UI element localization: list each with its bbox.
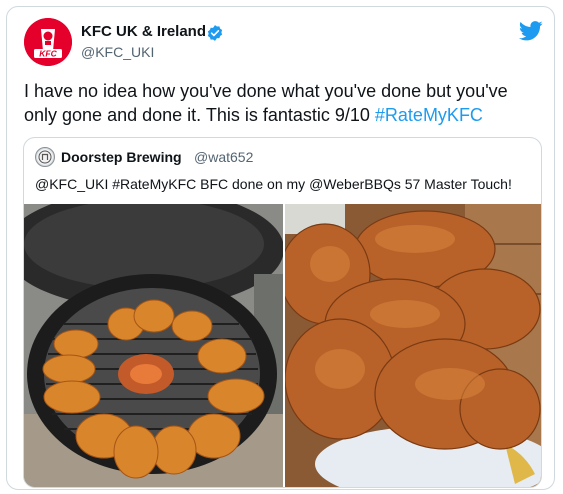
tweet-text: I have no idea how you've done what you'… xyxy=(24,79,544,127)
twitter-bird-icon[interactable] xyxy=(519,21,543,41)
fried-chicken-photo[interactable] xyxy=(285,204,542,488)
kfc-avatar[interactable]: KFC xyxy=(24,18,72,66)
quoted-avatar[interactable] xyxy=(35,147,55,167)
tweet-card[interactable]: KFC KFC UK & Ireland @KFC_UKI I have no … xyxy=(6,6,555,490)
quoted-author-name[interactable]: Doorstep Brewing xyxy=(61,149,182,165)
logo-emblem-icon xyxy=(37,149,53,165)
kfc-logo-icon: KFC xyxy=(24,18,72,66)
svg-text:KFC: KFC xyxy=(39,49,57,59)
quoted-tweet-text: @KFC_UKI #RateMyKFC BFC done on my @Webe… xyxy=(35,176,512,192)
hashtag-link[interactable]: #RateMyKFC xyxy=(375,105,483,125)
author-handle[interactable]: @KFC_UKI xyxy=(81,44,154,60)
quoted-author-handle[interactable]: @wat652 xyxy=(194,149,253,165)
quoted-tweet[interactable]: Doorstep Brewing @wat652 @KFC_UKI #RateM… xyxy=(23,137,542,488)
grill-photo[interactable] xyxy=(24,204,283,488)
author-name[interactable]: KFC UK & Ireland xyxy=(81,23,206,40)
verified-badge-icon xyxy=(207,25,223,41)
media-grid xyxy=(24,204,542,488)
